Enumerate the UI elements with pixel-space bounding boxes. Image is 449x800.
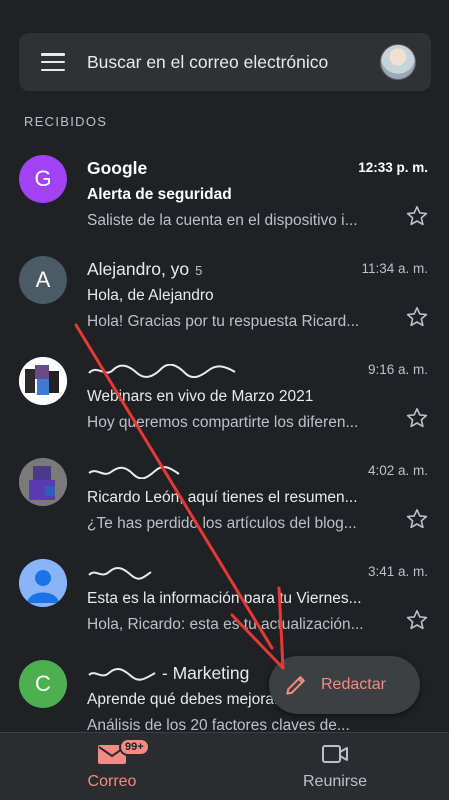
redacted-sender-name — [88, 567, 152, 581]
default-person-icon — [19, 559, 67, 607]
email-time: 11:34 a. m. — [361, 261, 428, 276]
bottom-navigation: 99+ Correo Reunirse — [0, 732, 449, 800]
email-snippet: Hola, Ricardo: esta es tu actualización.… — [87, 616, 364, 633]
email-subject: Alerta de seguridad — [87, 186, 232, 203]
avatar-letter: G — [34, 166, 52, 191]
search-bar[interactable]: Buscar en el correo electrónico — [19, 33, 431, 91]
sender-avatar[interactable]: G — [19, 155, 67, 203]
pixelated-avatar-image — [19, 458, 67, 506]
compose-label: Redactar — [321, 676, 386, 693]
redacted-sender-name — [88, 466, 180, 480]
email-time: 3:41 a. m. — [367, 564, 428, 579]
email-sender — [87, 562, 237, 583]
email-snippet: ¿Te has perdido los artículos del blog..… — [87, 515, 357, 532]
section-label: RECIBIDOS — [24, 114, 108, 129]
redacted-sender-name — [88, 364, 236, 379]
email-subject: Ricardo León, aquí tienes el resumen... — [87, 489, 358, 506]
email-row[interactable]: 9:16 a. m. Webinars en vivo de Marzo 202… — [0, 348, 449, 449]
compose-button[interactable]: Redactar — [269, 656, 420, 714]
star-icon[interactable] — [405, 507, 429, 531]
email-snippet: Saliste de la cuenta en el dispositivo i… — [87, 212, 358, 229]
email-row[interactable]: 4:02 a. m. Ricardo León, aquí tienes el … — [0, 449, 449, 550]
email-sender: Google — [87, 158, 148, 178]
search-input[interactable]: Buscar en el correo electrónico — [87, 52, 380, 73]
pencil-icon — [286, 676, 305, 695]
sender-name: - Marketing — [161, 663, 250, 683]
sender-avatar[interactable] — [19, 458, 67, 506]
pixelated-avatar-image — [19, 357, 67, 405]
thread-count: 5 — [195, 263, 203, 278]
email-subject: Aprende qué debes mejorar — [87, 691, 280, 708]
email-snippet: Hola! Gracias por tu respuesta Ricard... — [87, 313, 360, 330]
star-icon[interactable] — [405, 406, 429, 430]
star-icon[interactable] — [405, 305, 429, 329]
nav-mail[interactable]: 99+ Correo — [42, 733, 182, 800]
email-snippet: Hoy queremos compartirte los diferen... — [87, 414, 359, 431]
email-time: 12:33 p. m. — [358, 160, 428, 175]
avatar-letter: C — [35, 671, 51, 696]
email-row[interactable]: 3:41 a. m. Esta es la información para t… — [0, 550, 449, 651]
sender-avatar[interactable] — [19, 559, 67, 607]
hamburger-menu-icon[interactable] — [41, 53, 65, 71]
star-icon[interactable] — [405, 204, 429, 228]
email-sender — [87, 360, 237, 381]
nav-mail-label: Correo — [87, 773, 137, 790]
star-icon[interactable] — [405, 608, 429, 632]
avatar-letter: A — [35, 267, 51, 292]
nav-meet-label: Reunirse — [302, 773, 368, 790]
email-sender — [87, 461, 237, 482]
video-icon — [322, 745, 348, 763]
email-subject: Hola, de Alejandro — [87, 287, 214, 304]
nav-meet[interactable]: Reunirse — [265, 733, 405, 800]
email-row[interactable]: A Alejandro, yo 5 11:34 a. m. Hola, de Al… — [0, 247, 449, 348]
redacted-sender-name — [88, 668, 156, 682]
email-sender: Alejandro, yo 5 — [87, 259, 202, 280]
account-avatar[interactable] — [380, 44, 416, 80]
sender-avatar[interactable] — [19, 357, 67, 405]
email-time: 9:16 a. m. — [367, 362, 428, 377]
email-time: 4:02 a. m. — [367, 463, 428, 478]
sender-name: Alejandro, yo — [87, 259, 190, 279]
email-row[interactable]: G Google 12:33 p. m. Alerta de seguridad… — [0, 146, 449, 247]
email-subject: Webinars en vivo de Marzo 2021 — [87, 388, 314, 405]
sender-avatar[interactable]: C — [19, 660, 67, 708]
sender-avatar[interactable]: A — [19, 256, 67, 304]
email-subject: Esta es la información para tu Viernes..… — [87, 590, 362, 607]
email-sender: - Marketing — [87, 663, 249, 684]
unread-badge: 99+ — [119, 738, 150, 756]
